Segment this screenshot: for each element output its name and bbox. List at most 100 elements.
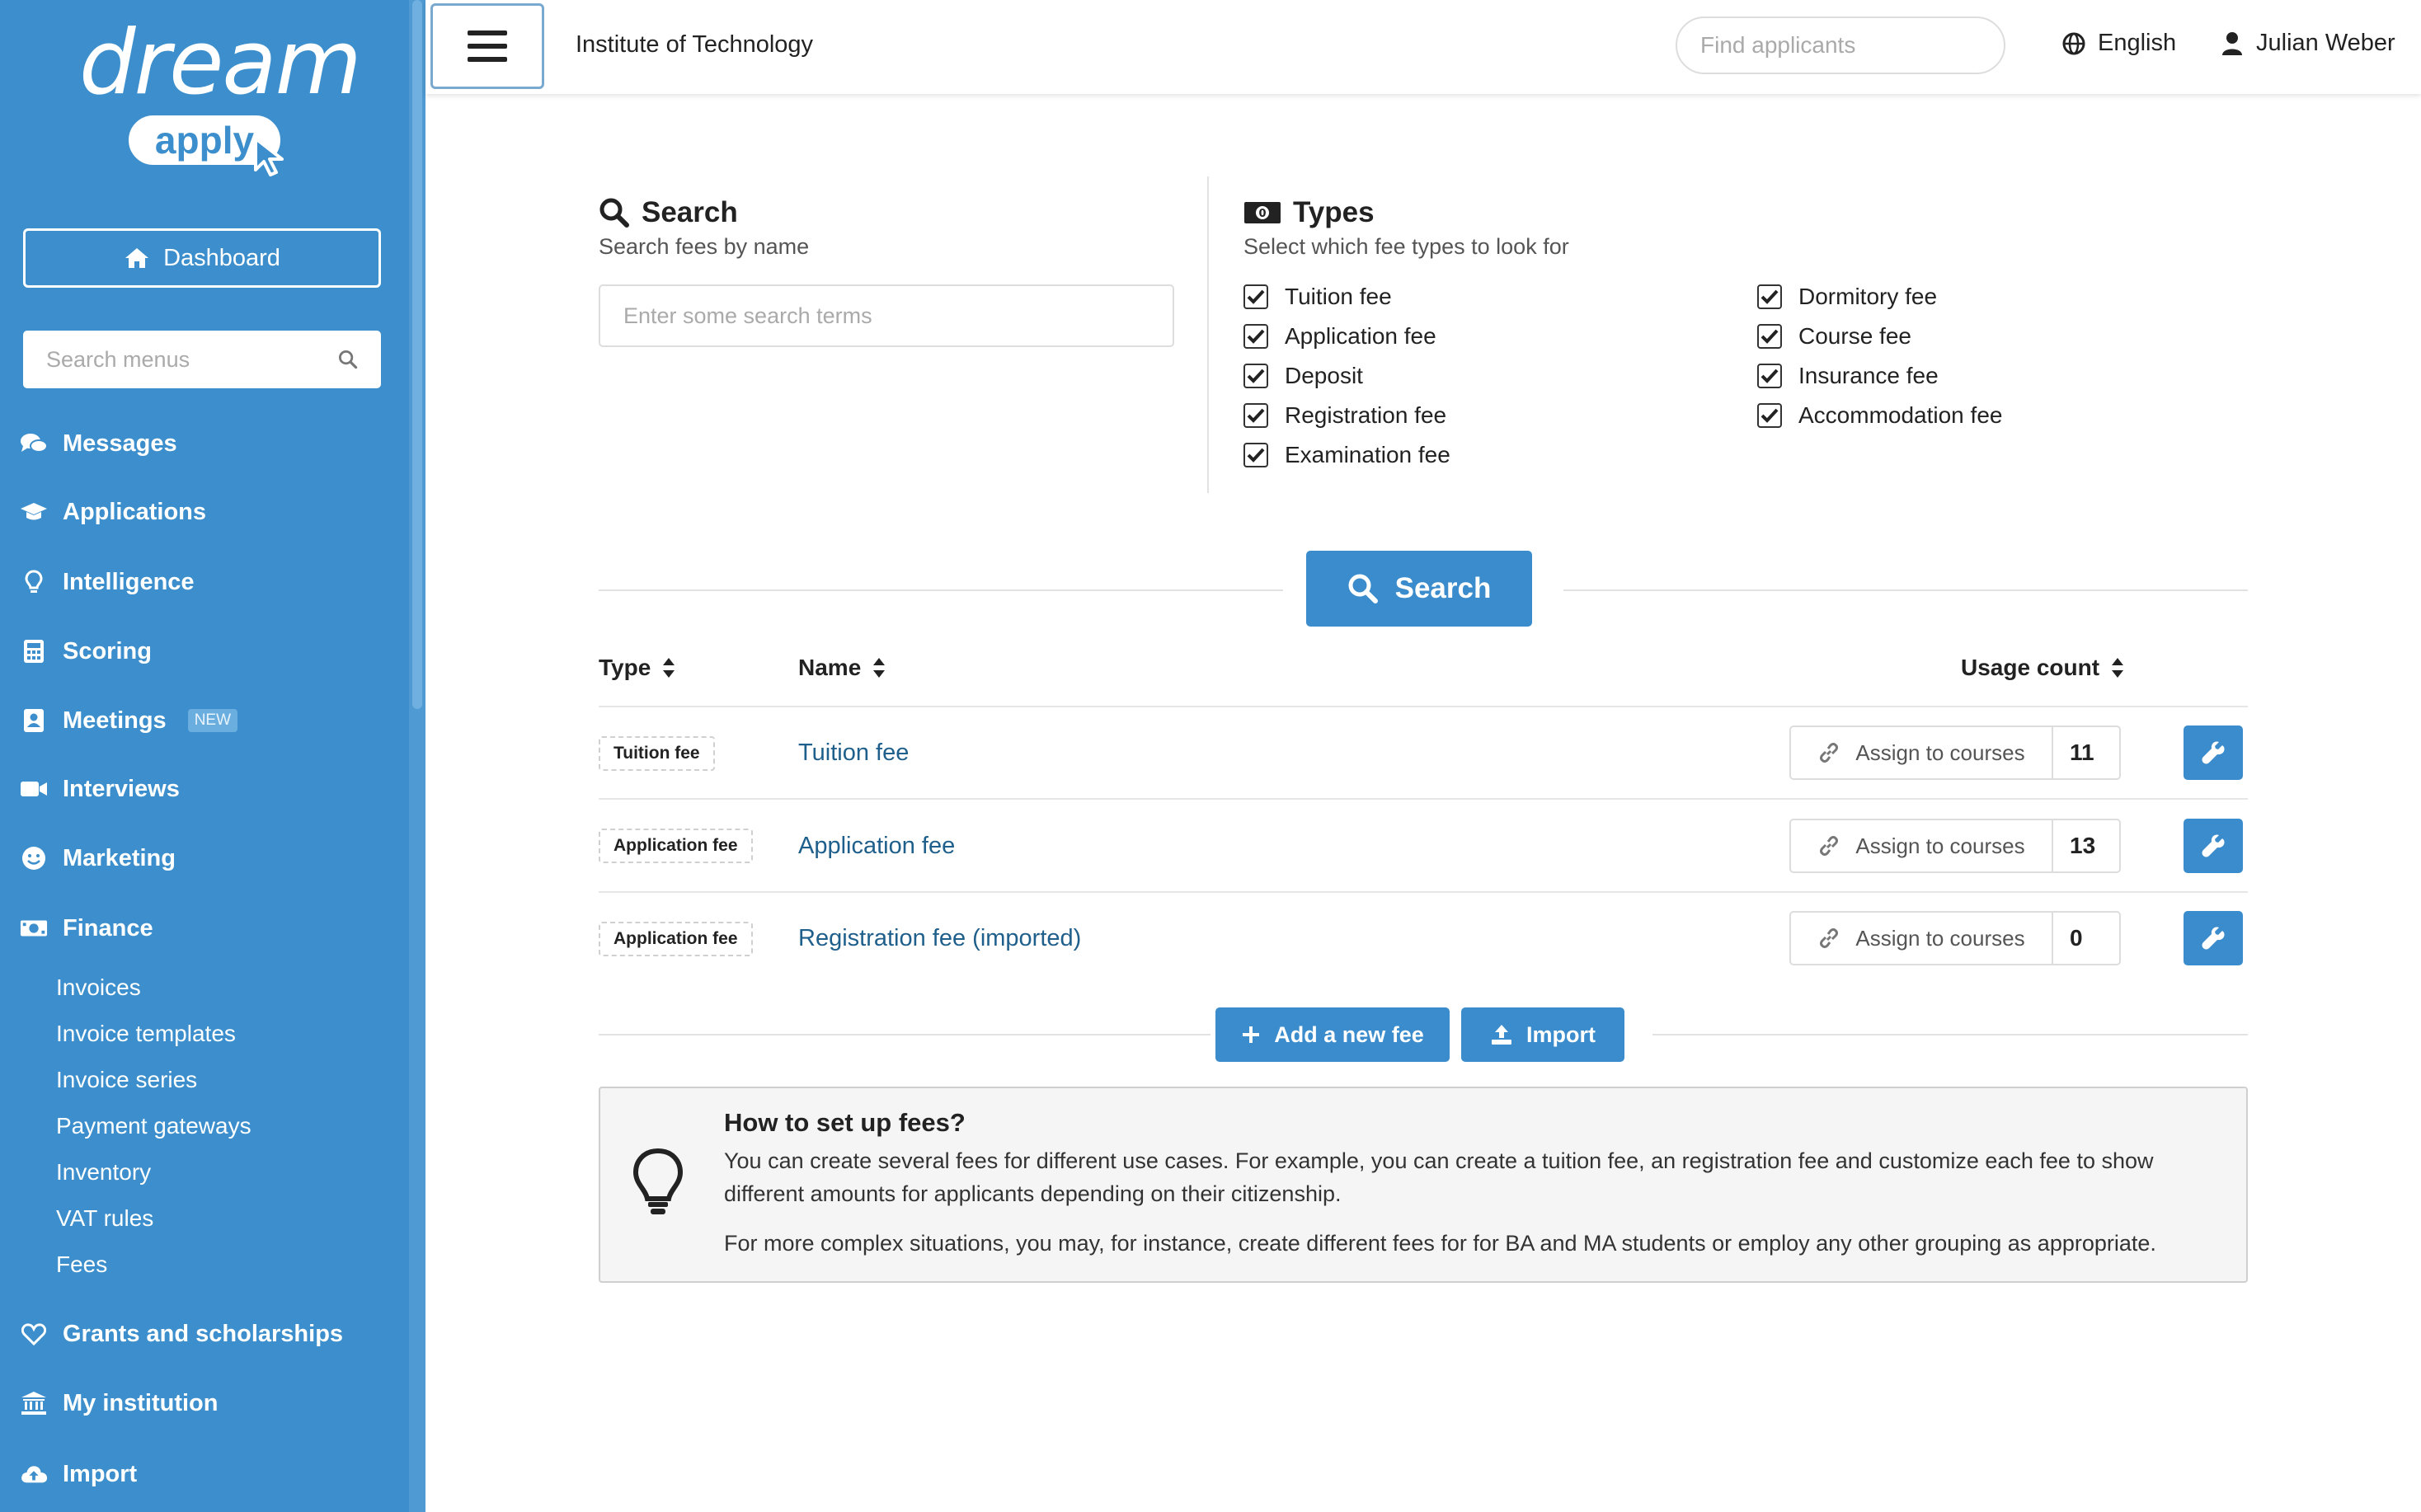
cursor-icon [254, 137, 284, 176]
sidebar-item-import[interactable]: Import [20, 1453, 137, 1495]
menu-search-input[interactable] [46, 346, 338, 373]
usage-count: 13 [2070, 833, 2096, 858]
checkbox-insurance-fee[interactable]: Insurance fee [1757, 363, 1939, 389]
dashboard-button[interactable]: Dashboard [23, 228, 381, 288]
assign-to-courses-button[interactable]: Assign to courses [1791, 820, 2053, 871]
column-header-usage-count[interactable]: Usage count [1961, 655, 2124, 681]
check-icon [1247, 369, 1265, 383]
dreamapply-logo[interactable]: dream apply [79, 12, 362, 185]
sidebar-item-label: Import [63, 1460, 138, 1487]
sidebar-item-my-institution[interactable]: My institution [20, 1383, 218, 1424]
sidebar-subitem-invoice-series[interactable]: Invoice series [56, 1064, 197, 1096]
help-title: How to set up fees? [724, 1108, 966, 1137]
divider-right [1563, 589, 2248, 591]
checkbox-box[interactable] [1243, 403, 1268, 428]
help-paragraph-2: For more complex situations, you may, fo… [724, 1231, 2156, 1256]
checkbox-label: Dormitory fee [1798, 284, 1938, 309]
home-icon [125, 248, 149, 268]
checkbox-box[interactable] [1243, 284, 1268, 309]
assign-to-courses-button[interactable]: Assign to courses [1791, 913, 2053, 964]
assign-to-courses-group[interactable]: Assign to courses 13 [1789, 819, 2121, 873]
fee-name-link[interactable]: Tuition fee [798, 740, 909, 767]
sidebar-subitem-fees[interactable]: Fees [56, 1248, 107, 1281]
search-icon[interactable] [338, 347, 358, 372]
sidebar-subitem-invoices[interactable]: Invoices [56, 971, 141, 1004]
menu-search-box [23, 331, 381, 388]
sidebar-item-interviews[interactable]: Interviews [20, 768, 180, 810]
import-label: Import [1526, 1021, 1596, 1047]
add-new-fee-button[interactable]: Add a new fee [1215, 1007, 1450, 1062]
fee-search-input[interactable] [599, 284, 1174, 347]
sidebar-item-finance[interactable]: Finance [20, 908, 153, 949]
sidebar-item-label: Meetings [63, 707, 167, 734]
language-selector[interactable]: English [2061, 30, 2176, 57]
import-button[interactable]: Import [1461, 1007, 1624, 1062]
check-icon [1247, 448, 1265, 463]
scrollbar-thumb[interactable] [412, 0, 422, 709]
sidebar-item-scoring[interactable]: Scoring [20, 631, 152, 672]
fee-name-link[interactable]: Registration fee (imported) [798, 925, 1081, 952]
checkbox-registration-fee[interactable]: Registration fee [1243, 402, 1446, 429]
search-icon [599, 198, 629, 228]
checkbox-box[interactable] [1757, 403, 1782, 428]
sidebar-item-label: Scoring [63, 637, 152, 664]
institution-icon [20, 1389, 48, 1417]
sidebar-subitem-payment-gateways[interactable]: Payment gateways [56, 1110, 252, 1143]
checkbox-box[interactable] [1243, 443, 1268, 467]
search-section-title: Search [599, 196, 738, 229]
column-header-name[interactable]: Name [798, 655, 886, 681]
sidebar-subitem-inventory[interactable]: Inventory [56, 1156, 151, 1189]
assign-to-courses-group[interactable]: Assign to courses 11 [1789, 725, 2121, 780]
edit-fee-button[interactable] [2184, 819, 2243, 873]
divider-left [599, 589, 1283, 591]
sidebar-item-intelligence[interactable]: Intelligence [20, 561, 195, 603]
wrench-icon [2202, 927, 2225, 950]
sidebar-subitem-vat-rules[interactable]: VAT rules [56, 1202, 153, 1235]
checkbox-accommodation-fee[interactable]: Accommodation fee [1757, 402, 2002, 429]
sidebar-item-grants[interactable]: Grants and scholarships [20, 1313, 343, 1355]
fee-name-link[interactable]: Application fee [798, 833, 955, 860]
types-section-title: 0 Types [1243, 196, 1375, 229]
checkbox-label: Registration fee [1285, 402, 1447, 428]
new-badge: NEW [187, 709, 238, 732]
sidebar-item-marketing[interactable]: Marketing [20, 838, 176, 879]
checkbox-course-fee[interactable]: Course fee [1757, 323, 1911, 350]
sidebar-item-messages[interactable]: Messages [20, 423, 177, 464]
assign-to-courses-button[interactable]: Assign to courses [1791, 727, 2053, 778]
checkbox-deposit[interactable]: Deposit [1243, 363, 1363, 389]
search-section-subtitle: Search fees by name [599, 234, 810, 259]
checkbox-dormitory-fee[interactable]: Dormitory fee [1757, 284, 1937, 310]
sidebar-scrollbar[interactable] [409, 0, 425, 1512]
find-applicants-input[interactable] [1700, 32, 1998, 59]
checkbox-box[interactable] [1243, 364, 1268, 388]
smile-icon [20, 844, 48, 872]
sidebar-item-label: Marketing [63, 844, 176, 871]
link-icon [1820, 836, 1839, 856]
menu-toggle-button[interactable] [430, 3, 544, 89]
row-divider [599, 798, 2248, 800]
check-icon [1761, 369, 1779, 383]
search-button-label: Search [1394, 572, 1492, 604]
sidebar-item-label: Grants and scholarships [63, 1320, 344, 1347]
sidebar-item-applications[interactable]: Applications [20, 491, 206, 533]
table-header-divider [599, 706, 2248, 707]
sidebar-subitem-invoice-templates[interactable]: Invoice templates [56, 1017, 236, 1050]
checkbox-box[interactable] [1757, 284, 1782, 309]
find-applicants-box [1676, 16, 2005, 74]
edit-fee-button[interactable] [2184, 725, 2243, 780]
checkbox-box[interactable] [1243, 324, 1268, 349]
checkbox-examination-fee[interactable]: Examination fee [1243, 442, 1450, 468]
checkbox-application-fee[interactable]: Application fee [1243, 323, 1436, 350]
column-header-type[interactable]: Type [599, 655, 675, 681]
sidebar-item-meetings[interactable]: Meetings NEW [20, 700, 238, 741]
assign-to-courses-group[interactable]: Assign to courses 0 [1789, 911, 2121, 965]
checkbox-box[interactable] [1757, 364, 1782, 388]
search-button[interactable]: Search [1306, 551, 1532, 627]
edit-fee-button[interactable] [2184, 911, 2243, 965]
checkbox-box[interactable] [1757, 324, 1782, 349]
user-menu[interactable]: Julian Weber [2221, 30, 2395, 57]
checkbox-label: Insurance fee [1798, 363, 1939, 388]
checkbox-tuition-fee[interactable]: Tuition fee [1243, 284, 1392, 310]
svg-text:0: 0 [1258, 208, 1266, 220]
check-icon [1761, 289, 1779, 304]
